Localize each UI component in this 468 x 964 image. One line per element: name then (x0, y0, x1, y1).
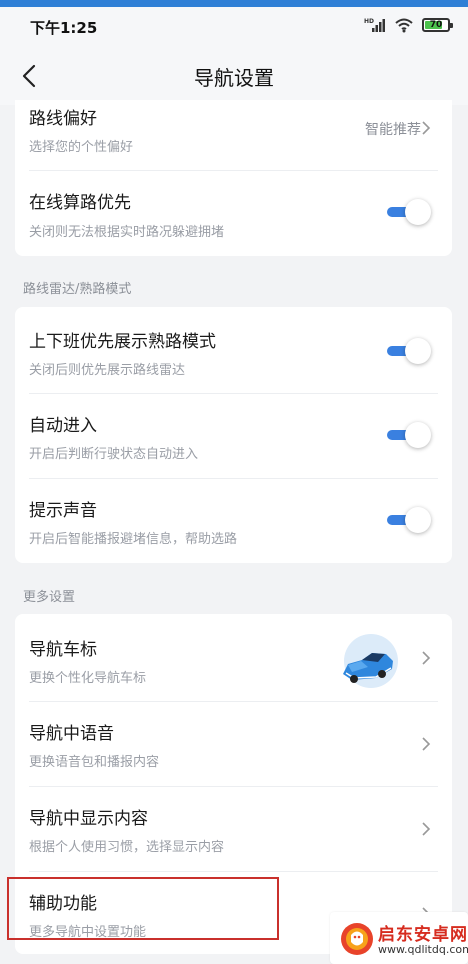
prompt-sound-toggle[interactable] (385, 507, 431, 533)
nav-car-icon-row[interactable]: 导航车标 更换个性化导航车标 (15, 614, 452, 701)
watermark-name: 启东安卓网 (378, 925, 468, 945)
online-calc-row: 在线算路优先 关闭则无法根据实时路况躲避拥堵 (15, 171, 452, 256)
chevron-right-icon (422, 651, 431, 665)
online-calc-subtitle: 关闭则无法根据实时路况躲避拥堵 (29, 225, 225, 240)
section-label-more: 更多设置 (23, 590, 76, 605)
auto-enter-title: 自动进入 (29, 416, 97, 436)
section-label-radar: 路线雷达/熟路模式 (23, 282, 132, 297)
commute-familiar-toggle[interactable] (385, 338, 431, 364)
battery-level: 70 (429, 20, 443, 30)
nav-voice-subtitle: 更换语音包和播报内容 (29, 755, 160, 770)
prompt-sound-row: 提示声音 开启后智能播报避堵信息，帮助选路 (15, 479, 452, 563)
watermark-badge: 启东安卓网 www.qdlitdq.com (330, 912, 468, 964)
prompt-sound-title: 提示声音 (29, 501, 97, 521)
auto-enter-row: 自动进入 开启后判断行驶状态自动进入 (15, 394, 452, 478)
online-calc-toggle[interactable] (385, 199, 431, 225)
commute-familiar-title: 上下班优先展示熟路模式 (29, 332, 216, 352)
route-preference-row[interactable]: 路线偏好 选择您的个性偏好 智能推荐 (15, 100, 452, 170)
radar-settings-card: 上下班优先展示熟路模式 关闭后则优先展示路线雷达 自动进入 开启后判断行驶状态自… (15, 307, 452, 563)
page-title: 导航设置 (194, 66, 274, 90)
battery-icon: 70 (422, 18, 453, 32)
nav-car-icon-title: 导航车标 (29, 640, 97, 660)
nav-display-subtitle: 根据个人使用习惯，选择显示内容 (29, 840, 225, 855)
auto-enter-subtitle: 开启后判断行驶状态自动进入 (29, 447, 199, 462)
auto-enter-toggle[interactable] (385, 422, 431, 448)
wifi-icon (395, 18, 413, 33)
nav-display-title: 导航中显示内容 (29, 809, 148, 829)
highlight-box (7, 877, 279, 940)
route-preference-title: 路线偏好 (29, 109, 97, 129)
car-icon (343, 634, 398, 688)
top-color-strip (0, 0, 468, 7)
commute-familiar-row: 上下班优先展示熟路模式 关闭后则优先展示路线雷达 (15, 307, 452, 393)
route-preference-subtitle: 选择您的个性偏好 (29, 140, 134, 155)
nav-display-row[interactable]: 导航中显示内容 根据个人使用习惯，选择显示内容 (15, 787, 452, 871)
nav-voice-row[interactable]: 导航中语音 更换语音包和播报内容 (15, 702, 452, 786)
signal-icon: HD (364, 18, 385, 32)
status-bar: 下午1:25 HD 70 (0, 7, 468, 47)
online-calc-title: 在线算路优先 (29, 193, 131, 213)
nav-bar: 导航设置 (0, 47, 468, 105)
prompt-sound-subtitle: 开启后智能播报避堵信息，帮助选路 (29, 532, 238, 547)
chevron-right-icon (422, 121, 431, 135)
watermark-logo-icon (341, 923, 373, 955)
route-settings-card: 路线偏好 选择您的个性偏好 智能推荐 在线算路优先 关闭则无法根据实时路况躲避拥… (15, 100, 452, 256)
nav-voice-title: 导航中语音 (29, 724, 114, 744)
watermark-url: www.qdlitdq.com (378, 943, 468, 956)
status-icons: HD 70 (364, 17, 453, 33)
chevron-right-icon (422, 822, 431, 836)
chevron-right-icon (422, 737, 431, 751)
nav-car-icon-subtitle: 更换个性化导航车标 (29, 671, 147, 686)
commute-familiar-subtitle: 关闭后则优先展示路线雷达 (29, 363, 186, 378)
signal-badge: HD (364, 18, 374, 25)
status-time: 下午1:25 (30, 19, 98, 37)
route-preference-value: 智能推荐 (365, 122, 421, 138)
